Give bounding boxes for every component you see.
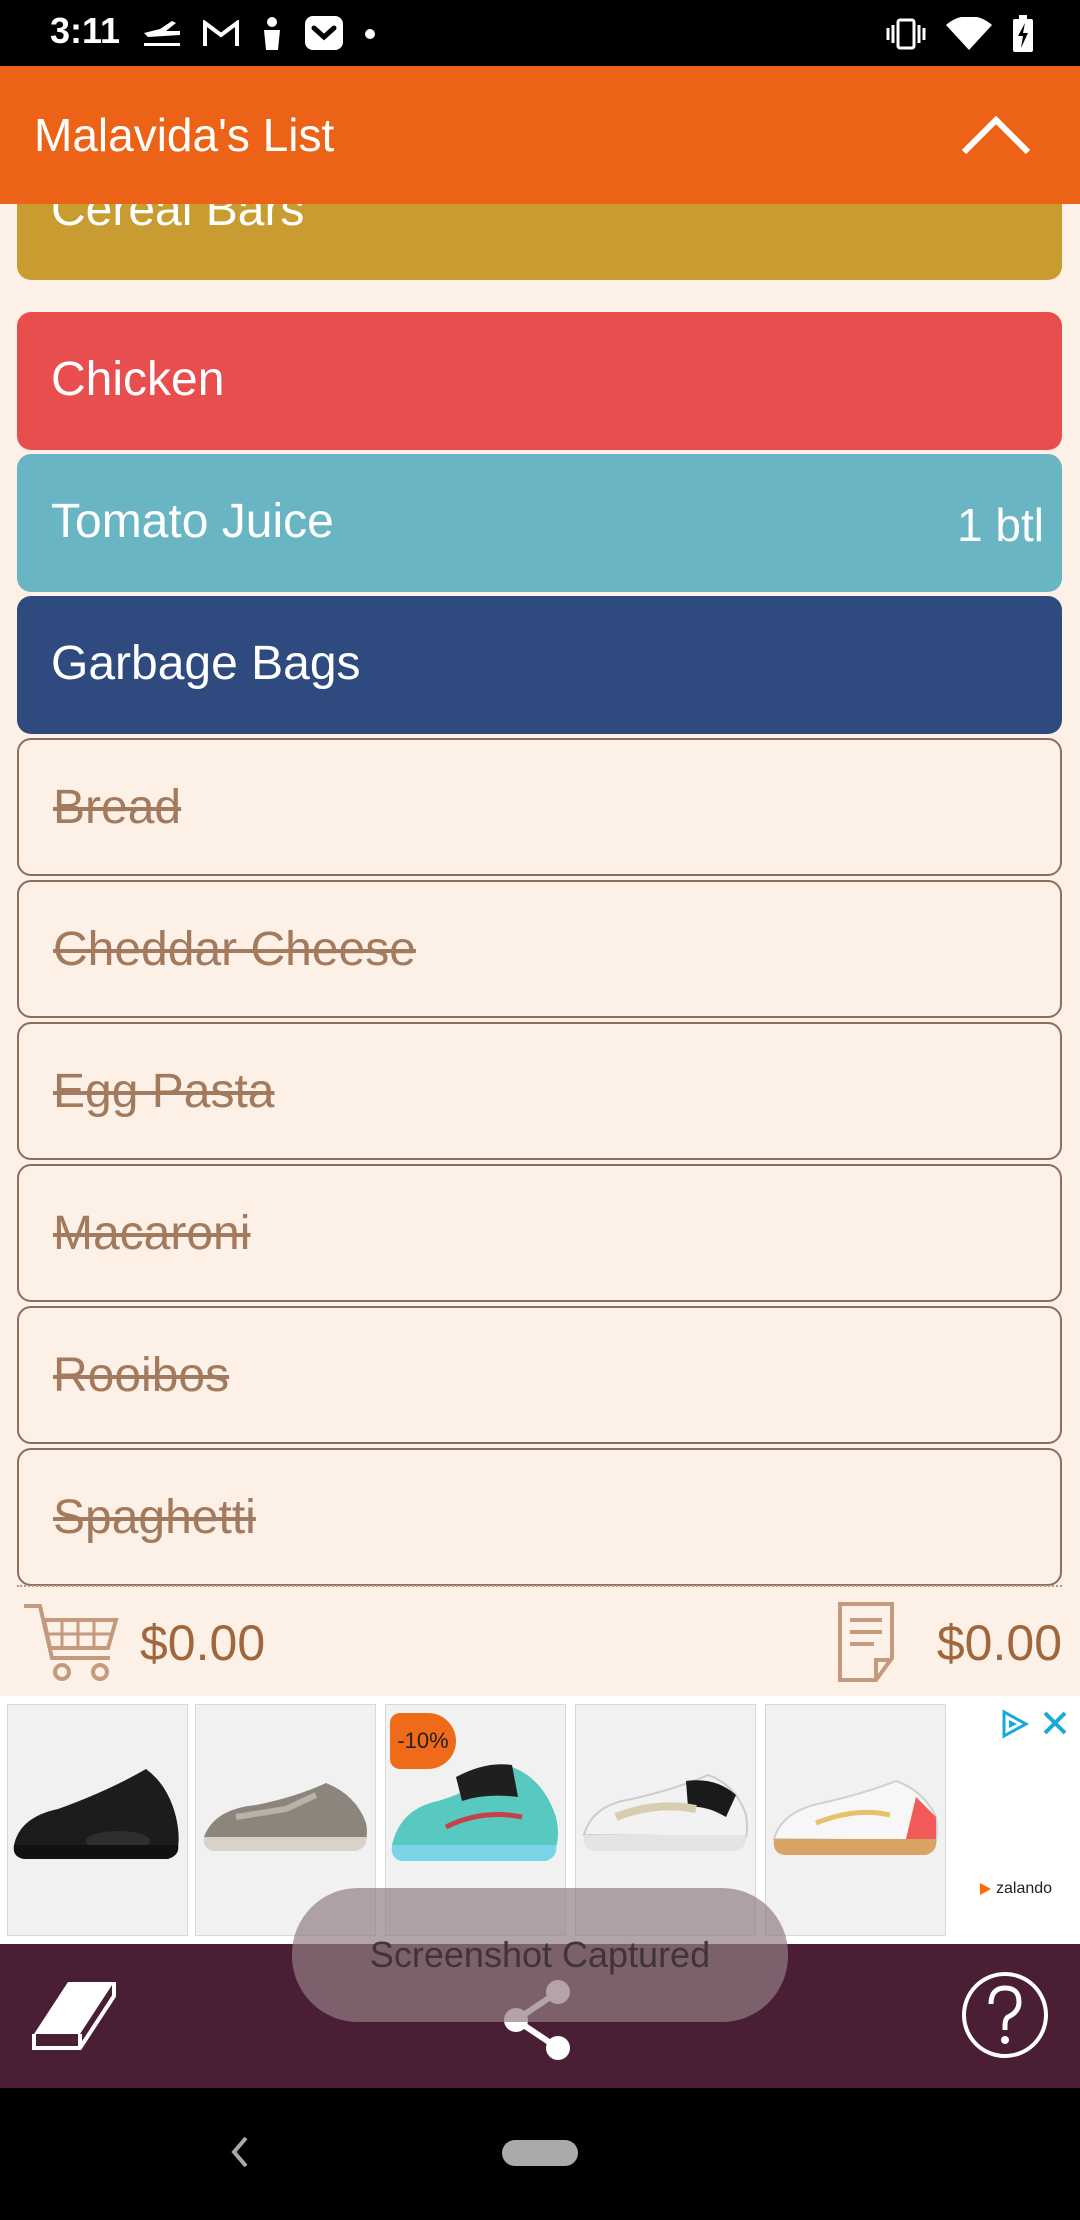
list-item-spaghetti[interactable]: Spaghetti <box>17 1448 1062 1586</box>
list-total: $0.00 <box>936 1615 1062 1671</box>
app-bar: Malavida's List <box>0 66 1080 204</box>
brand-label: zalando <box>996 1880 1053 1897</box>
gmail-icon <box>203 20 239 46</box>
chevron-up-icon <box>961 115 1031 155</box>
item-label: Chicken <box>51 353 225 406</box>
list-item-cereal-bars[interactable]: Cereal Bars <box>17 204 1062 280</box>
eraser-icon[interactable] <box>28 1974 118 2054</box>
list-item-rooibos[interactable]: Rooibos <box>17 1306 1062 1444</box>
dot-icon <box>365 29 375 39</box>
ad-brand: zalando <box>978 1880 1052 1898</box>
list-item-bread[interactable]: Bread <box>17 738 1062 876</box>
item-label: Macaroni <box>53 1207 251 1260</box>
airplane-notification-icon <box>144 21 180 46</box>
item-label: Garbage Bags <box>51 637 361 690</box>
item-quantity: 1 btl <box>957 499 1044 551</box>
status-right-icons <box>886 12 1034 56</box>
receipt-icon[interactable] <box>836 1600 896 1684</box>
battery-charging-icon <box>1013 15 1033 52</box>
status-bar: 3:11 <box>0 0 1080 66</box>
item-label: Rooibos <box>53 1349 230 1402</box>
back-icon[interactable] <box>228 2134 250 2170</box>
navigation-bar <box>0 2088 1080 2220</box>
close-icon[interactable] <box>1040 1708 1070 1738</box>
totals-bar: $0.00 $0.00 <box>0 1588 1080 1696</box>
item-label: Spaghetti <box>53 1491 256 1544</box>
ad-product-1[interactable] <box>7 1704 188 1936</box>
sneaker-image <box>13 1769 179 1859</box>
sneaker-image <box>772 1779 938 1855</box>
shopping-cart-icon <box>24 1604 119 1681</box>
cart-total: $0.00 <box>140 1615 266 1671</box>
item-label: Tomato Juice <box>51 495 334 548</box>
item-label: Egg Pasta <box>53 1065 275 1118</box>
discount-badge: -10% <box>390 1713 456 1769</box>
adchoices-icon[interactable] <box>998 1708 1030 1740</box>
item-label: Cheddar Cheese <box>53 923 416 976</box>
play-logo-icon <box>980 1883 991 1895</box>
status-left-icons <box>142 12 376 56</box>
list-item-tomato-juice[interactable]: Tomato Juice 1 btl <box>17 454 1062 592</box>
status-time: 3:11 <box>50 10 121 51</box>
home-button[interactable] <box>502 2140 578 2166</box>
help-icon[interactable] <box>960 1970 1050 2060</box>
list-item-garbage-bags[interactable]: Garbage Bags <box>17 596 1062 734</box>
item-label: Bread <box>53 781 182 834</box>
item-label: Cereal Bars <box>51 204 305 236</box>
person-icon <box>264 17 280 50</box>
list-divider <box>17 1585 1062 1587</box>
ad-product-5[interactable] <box>765 1704 946 1936</box>
list-item-egg-pasta[interactable]: Egg Pasta <box>17 1022 1062 1160</box>
list-item-cheddar-cheese[interactable]: Cheddar Cheese <box>17 880 1062 1018</box>
list-item-macaroni[interactable]: Macaroni <box>17 1164 1062 1302</box>
list-title: Malavida's List <box>34 109 335 161</box>
wifi-icon <box>946 17 992 50</box>
collapse-button[interactable] <box>956 110 1036 160</box>
pocket-icon <box>305 16 343 50</box>
list-item-chicken[interactable]: Chicken <box>17 312 1062 450</box>
toast-message: Screenshot Captured <box>292 1888 788 2022</box>
vibrate-icon <box>886 18 926 50</box>
shopping-list: Cereal Bars Chicken Tomato Juice 1 btl G… <box>0 204 1080 1586</box>
